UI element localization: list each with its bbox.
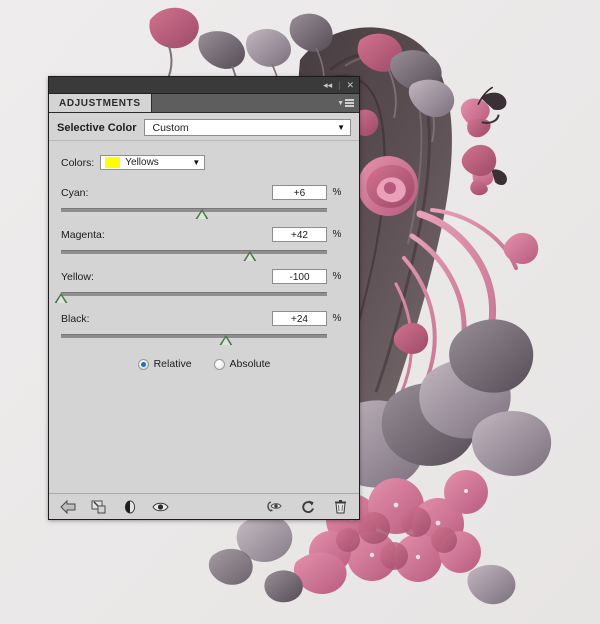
- slider-control: Cyan: +6%: [61, 184, 347, 219]
- slider-track[interactable]: [54, 290, 327, 303]
- titlebar-separator: |: [338, 80, 341, 90]
- footer-right-icons: [266, 498, 349, 515]
- slider-value-input[interactable]: -100: [272, 269, 327, 284]
- footer-left-icons: [59, 498, 169, 515]
- collapse-double-arrow-icon[interactable]: ◂◂: [323, 80, 332, 90]
- radio-relative-label: Relative: [153, 358, 192, 370]
- panel-menu-caret: ▼: [337, 99, 344, 107]
- radio-relative-dot: [137, 358, 149, 370]
- slider-unit-label: %: [332, 229, 342, 240]
- slider-bar: [61, 334, 327, 338]
- slider-control: Magenta: +42%: [61, 226, 347, 261]
- adjustments-panel: ◂◂ | ✕ ADJUSTMENTS ▼ Selective Color Cus…: [48, 76, 360, 520]
- preset-dropdown[interactable]: Custom ▼: [144, 119, 351, 136]
- preset-value: Custom: [152, 121, 189, 134]
- slider-unit-label: %: [332, 271, 342, 282]
- slider-unit-label: %: [332, 313, 342, 324]
- panel-footer: [49, 493, 359, 519]
- slider-bar: [61, 292, 327, 296]
- colors-dropdown[interactable]: Yellows ▼: [100, 155, 206, 170]
- tabstrip-filler: ▼: [151, 94, 359, 112]
- slider-bar: [61, 208, 327, 212]
- slider-thumb[interactable]: [219, 335, 233, 345]
- radio-absolute[interactable]: Absolute: [213, 358, 271, 370]
- adjustment-header: Selective Color Custom ▼: [49, 113, 359, 141]
- colors-label: Colors:: [61, 156, 95, 169]
- toggle-layer-mask-icon[interactable]: [121, 498, 138, 515]
- slider-thumb[interactable]: [243, 251, 257, 261]
- chevron-down-icon: ▼: [337, 123, 345, 132]
- slider-track[interactable]: [61, 206, 327, 219]
- slider-control: Black: +24%: [61, 310, 347, 345]
- slider-list: Cyan: +6% Magenta: +42% Yellow: -100% Black: +2…: [54, 184, 347, 345]
- colors-row: Colors: Yellows ▼: [61, 155, 347, 170]
- return-to-adjustment-list-icon[interactable]: [59, 498, 76, 515]
- slider-label: Yellow:: [61, 270, 94, 283]
- slider-thumb[interactable]: [54, 293, 68, 303]
- slider-value-input[interactable]: +6: [272, 185, 327, 200]
- slider-label: Cyan:: [61, 186, 89, 199]
- view-previous-state-icon[interactable]: [266, 498, 283, 515]
- panel-tabstrip: ADJUSTMENTS ▼: [49, 94, 359, 113]
- slider-control: Yellow: -100%: [54, 268, 347, 303]
- colors-selected-value: Yellows: [125, 157, 159, 168]
- slider-label: Magenta:: [61, 228, 105, 241]
- radio-absolute-label: Absolute: [229, 358, 271, 370]
- slider-bar: [61, 250, 327, 254]
- rose-large: [358, 156, 418, 216]
- color-swatch: [105, 157, 121, 168]
- slider-track[interactable]: [61, 332, 327, 345]
- clip-to-layer-icon[interactable]: [90, 498, 107, 515]
- slider-thumb[interactable]: [195, 209, 209, 219]
- tab-adjustments[interactable]: ADJUSTMENTS: [49, 94, 152, 112]
- delete-adjustment-layer-icon[interactable]: [332, 498, 349, 515]
- adjustment-body: Colors: Yellows ▼ Cyan: +6% Magenta: +42% Ye…: [49, 141, 359, 493]
- slider-value-input[interactable]: +24: [272, 311, 327, 326]
- tab-adjustments-label: ADJUSTMENTS: [59, 97, 141, 109]
- panel-titlebar: ◂◂ | ✕: [49, 77, 359, 94]
- toggle-layer-visibility-icon[interactable]: [152, 498, 169, 515]
- slider-label: Black:: [61, 312, 90, 325]
- method-radio-group: Relative Absolute: [61, 358, 347, 370]
- slider-unit-label: %: [332, 187, 342, 198]
- close-icon[interactable]: ✕: [346, 80, 354, 90]
- chevron-down-icon: ▼: [192, 158, 201, 167]
- slider-value-input[interactable]: +42: [272, 227, 327, 242]
- panel-menu-bars: [345, 99, 354, 107]
- slider-track[interactable]: [61, 248, 327, 261]
- radio-relative[interactable]: Relative: [137, 358, 192, 370]
- panel-menu-icon[interactable]: ▼: [337, 99, 354, 107]
- adjustment-title: Selective Color: [57, 121, 137, 134]
- reset-adjustment-icon[interactable]: [299, 498, 316, 515]
- radio-absolute-dot: [213, 358, 225, 370]
